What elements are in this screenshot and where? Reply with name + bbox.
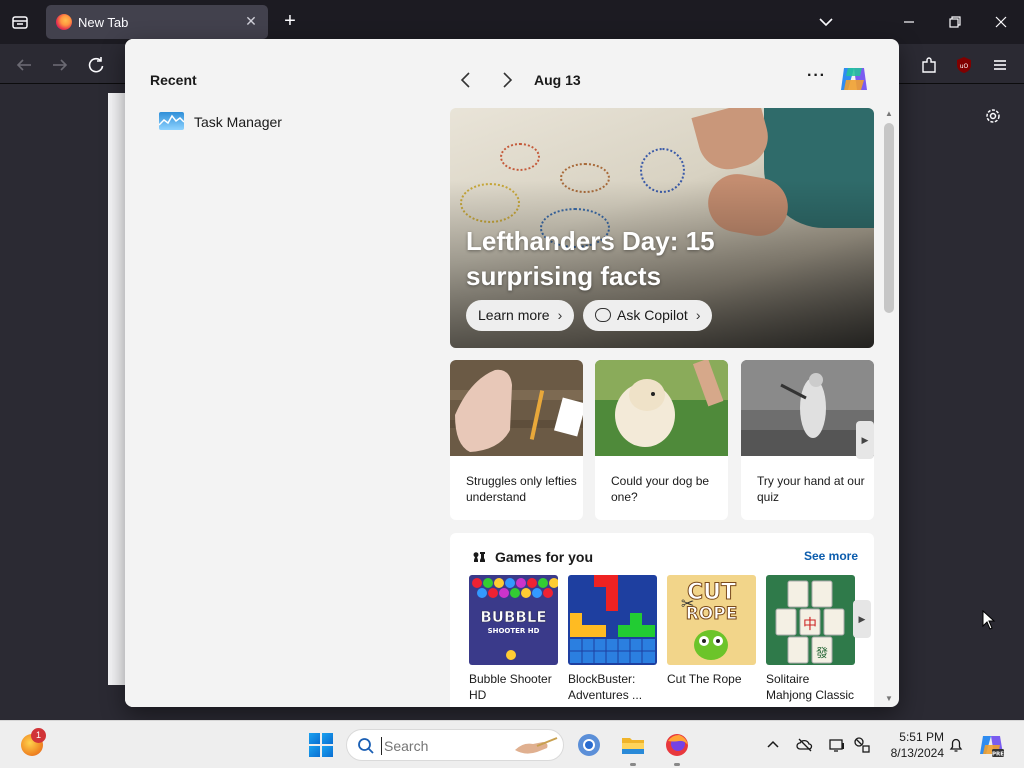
recent-item-task-manager[interactable]: Task Manager — [159, 111, 359, 133]
game-name: Solitaire Mahjong Classic — [766, 672, 855, 702]
taskbar: 1 Search 5:51 PM 8/13/2024 PRE — [0, 720, 1024, 768]
story-caption: Try your hand at our quiz — [757, 474, 865, 504]
clock-time: 5:51 PM — [899, 730, 944, 744]
firefox-icon[interactable] — [664, 732, 690, 758]
svg-text:PRE: PRE — [992, 752, 1004, 758]
back-icon[interactable] — [13, 54, 35, 76]
scroll-down-icon[interactable]: ▼ — [884, 694, 894, 704]
restore-icon[interactable] — [943, 10, 967, 34]
ublock-icon[interactable]: uO — [953, 54, 975, 76]
scrollbar-thumb[interactable] — [884, 123, 894, 313]
app-running-indicator — [674, 763, 680, 766]
more-options-button[interactable]: ··· — [807, 67, 826, 85]
games-section: Games for you See more BUBBLE SHOOTER HD… — [450, 533, 874, 707]
game-name: Bubble Shooter HD — [469, 672, 552, 702]
ask-copilot-label: Ask Copilot — [617, 307, 688, 323]
gear-icon[interactable] — [983, 106, 1003, 126]
start-button[interactable] — [309, 733, 333, 757]
browser-tab[interactable]: New Tab ✕ — [46, 5, 268, 39]
widgets-panel: Recent Task Manager Aug 13 ··· Lefthande… — [125, 39, 899, 707]
game-art-title: BUBBLE — [480, 608, 546, 626]
recent-heading: Recent — [150, 72, 197, 88]
story-image-baseball — [741, 360, 874, 456]
game-tile[interactable]: 中 發 Solitaire Mahjong Classic — [766, 575, 855, 703]
game-thumbnail: CUT ROPE ✂ — [667, 575, 756, 665]
close-tab-icon[interactable]: ✕ — [242, 13, 260, 31]
story-card[interactable]: Struggles only lefties understand — [450, 360, 583, 520]
game-tile[interactable]: BUBBLE SHOOTER HD Bubble Shooter HD — [469, 575, 558, 703]
taskbar-search[interactable] — [346, 729, 564, 761]
chevron-right-icon: › — [557, 307, 563, 323]
onedrive-offline-icon[interactable] — [796, 736, 814, 754]
feed-header: Aug 13 ··· — [455, 67, 875, 93]
learn-more-button[interactable]: Learn more › — [466, 300, 575, 331]
search-highlight-icon — [515, 737, 558, 754]
chevron-right-icon: › — [695, 307, 701, 323]
notification-badge: 1 — [31, 728, 46, 743]
game-thumbnail: 中 發 — [766, 575, 855, 665]
game-name: Cut The Rope — [667, 672, 742, 686]
copilot-icon[interactable]: PRE — [979, 732, 1005, 758]
mouse-cursor-icon — [982, 610, 996, 630]
recent-section: Recent Task Manager — [125, 39, 435, 707]
feed-date: Aug 13 — [534, 72, 581, 88]
menu-icon[interactable] — [989, 54, 1011, 76]
task-manager-icon — [159, 112, 184, 130]
browser-page-edge — [108, 93, 126, 685]
hero-story[interactable]: Lefthanders Day: 15 surprising facts Lea… — [450, 108, 874, 348]
chrome-icon[interactable] — [576, 732, 602, 758]
browser-tab-bar: New Tab ✕ + — [0, 0, 1024, 44]
search-icon — [358, 738, 374, 754]
games-next-button[interactable]: ▶ — [853, 600, 871, 638]
game-name: BlockBuster: Adventures ... — [568, 672, 643, 702]
game-tile[interactable]: CUT ROPE ✂ Cut The Rope — [667, 575, 756, 687]
story-card[interactable]: Could your dog be one? — [595, 360, 728, 520]
copilot-icon[interactable] — [838, 64, 870, 94]
svg-text:發: 發 — [816, 645, 828, 660]
display-icon[interactable] — [828, 736, 846, 754]
svg-text:uO: uO — [960, 63, 969, 70]
games-heading: Games for you — [495, 549, 594, 565]
story-image-hand — [450, 360, 583, 456]
tab-list-icon[interactable] — [10, 12, 30, 32]
story-caption: Could your dog be one? — [611, 474, 710, 504]
story-caption: Struggles only lefties understand — [466, 474, 577, 504]
story-card[interactable]: Try your hand at our quiz — [741, 360, 874, 520]
search-input[interactable] — [381, 737, 511, 755]
scroll-up-icon[interactable]: ▲ — [884, 109, 894, 119]
bell-icon[interactable] — [947, 736, 965, 754]
hero-title[interactable]: Lefthanders Day: 15 surprising facts — [466, 224, 786, 294]
game-thumbnail: BUBBLE SHOOTER HD — [469, 575, 558, 665]
chat-bubble-icon — [595, 308, 611, 322]
game-thumbnail — [568, 575, 657, 665]
recent-item-label: Task Manager — [194, 114, 282, 130]
network-icon[interactable] — [853, 736, 871, 754]
tab-title: New Tab — [78, 15, 129, 30]
learn-more-label: Learn more — [478, 307, 550, 323]
file-explorer-icon[interactable] — [620, 732, 646, 758]
cards-next-button[interactable]: ▶ — [856, 421, 874, 459]
see-more-link[interactable]: See more — [804, 549, 858, 563]
chevron-left-icon[interactable] — [455, 69, 477, 91]
firefox-icon — [56, 14, 72, 30]
game-tile[interactable]: BlockBuster: Adventures ... — [568, 575, 657, 703]
reload-icon[interactable] — [85, 54, 107, 76]
svg-text:✂: ✂ — [681, 594, 694, 613]
clock-date: 8/13/2024 — [890, 746, 944, 760]
forward-icon[interactable] — [49, 54, 71, 76]
chevron-down-icon[interactable] — [816, 12, 836, 32]
app-running-indicator — [630, 763, 636, 766]
games-icon — [473, 552, 485, 562]
svg-text:中: 中 — [803, 617, 817, 633]
story-image-dog — [595, 360, 728, 456]
extensions-icon[interactable] — [918, 54, 940, 76]
taskbar-clock[interactable]: 5:51 PM 8/13/2024 — [884, 729, 944, 761]
close-window-icon[interactable] — [989, 10, 1013, 34]
minimize-icon[interactable] — [897, 10, 921, 34]
chevron-right-icon[interactable] — [496, 69, 518, 91]
chevron-up-icon[interactable] — [764, 736, 782, 754]
game-art-subtitle: SHOOTER HD — [488, 627, 540, 635]
ask-copilot-button[interactable]: Ask Copilot › — [583, 300, 713, 331]
new-tab-button[interactable]: + — [279, 11, 301, 33]
